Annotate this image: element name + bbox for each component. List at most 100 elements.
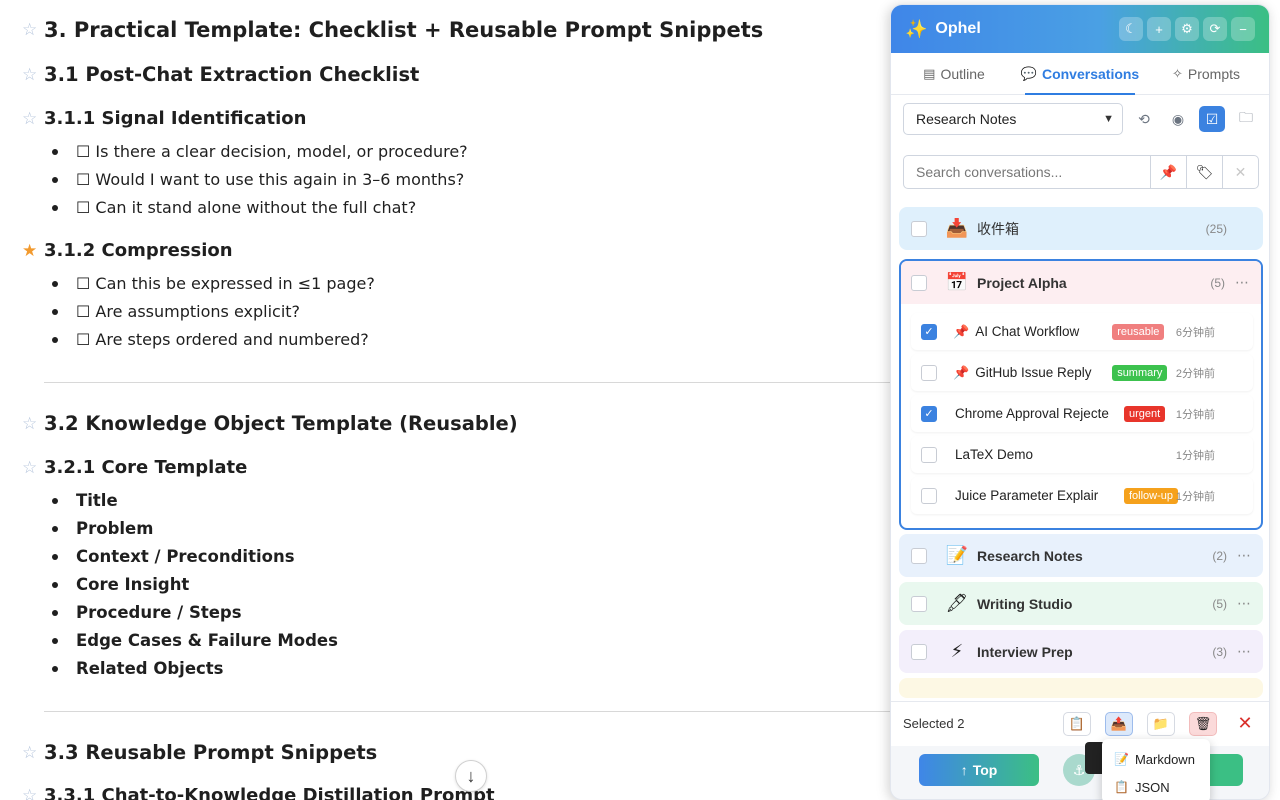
tab-conversations[interactable]: 💬 Conversations	[1017, 53, 1143, 95]
gear-icon[interactable]: ⚙	[1175, 17, 1199, 41]
checkbox[interactable]	[921, 364, 937, 381]
list-item: Related Objects	[52, 659, 224, 678]
star-icon[interactable]: ☆	[22, 786, 44, 800]
bullet	[52, 148, 58, 155]
wand-icon: ✧	[1171, 65, 1183, 81]
conversation-tag: summary	[1112, 364, 1168, 381]
heading-text: 3.1 Post-Chat Extraction Checklist	[44, 63, 420, 86]
calendar-icon: 📅	[945, 272, 969, 292]
star-icon[interactable]: ☆	[22, 743, 44, 763]
tag-filter-icon[interactable]: 🏷	[1187, 155, 1223, 189]
sync-icon[interactable]: ⟲	[1131, 106, 1157, 132]
trash-icon[interactable]: 🗑	[1189, 711, 1217, 736]
conversation-item[interactable]: Juice Parameter Explair follow-up 1分钟前	[911, 477, 1253, 514]
heading-section-3-2-1: ☆ 3.2.1 Core Template	[22, 457, 247, 478]
conversation-item[interactable]: LaTeX Demo 1分钟前	[911, 436, 1253, 473]
scroll-top-button[interactable]: ↑ Top	[919, 754, 1039, 786]
star-icon[interactable]: ☆	[22, 414, 44, 434]
checkbox[interactable]	[921, 487, 937, 504]
panel-header: ✨ Ophel ☾ + ⚙ ⟳ −	[891, 5, 1269, 53]
scroll-down-button[interactable]: ↓	[455, 760, 487, 792]
bullet	[52, 581, 58, 588]
close-selection-icon[interactable]: ✕	[1231, 712, 1259, 736]
folder-inbox[interactable]: 📥 收件箱 (25)	[899, 207, 1263, 250]
multi-select-icon[interactable]: ☑	[1199, 106, 1225, 132]
search-input[interactable]: Search conversations...	[903, 155, 1151, 189]
list-item: Title	[52, 491, 118, 510]
folder-partial[interactable]	[899, 678, 1263, 698]
menu-item-label: Markdown	[1134, 751, 1195, 767]
bullet	[52, 308, 58, 315]
star-icon[interactable]: ☆	[22, 109, 44, 129]
tab-outline[interactable]: ▤ Outline	[891, 53, 1017, 94]
folder-add-icon[interactable]: 🗀	[1233, 106, 1259, 132]
folder-toolbar: Research Notes ▼ ⟲ ◉ ☑ 🗀	[903, 103, 1259, 135]
heading-text: 3.2 Knowledge Object Template (Reusable)	[44, 412, 518, 435]
bullet	[52, 637, 58, 644]
export-menu: 📝 Markdown 📋 JSON	[1102, 739, 1210, 800]
export-markdown-item[interactable]: 📝 Markdown	[1102, 745, 1210, 773]
star-filled-icon[interactable]: ★	[22, 241, 44, 261]
conversation-title: Chrome Approval Rejecte	[955, 406, 1109, 421]
list-item-text: Title	[76, 491, 118, 510]
selection-bar: Selected 2 📋 📤 📁 🗑 ✕	[891, 701, 1269, 745]
chevron-down-icon: ▼	[1103, 113, 1114, 125]
bullet	[52, 665, 58, 672]
more-icon[interactable]: ⋯	[1235, 274, 1249, 291]
heading-section-3-3: ☆ 3.3 Reusable Prompt Snippets	[22, 741, 377, 764]
bullet	[52, 525, 58, 532]
conversation-time: 6分钟前	[1175, 326, 1215, 339]
star-icon[interactable]: ☆	[22, 458, 44, 478]
move-folder-icon[interactable]: 📁	[1147, 711, 1175, 736]
folder-writing-studio[interactable]: 🖋 Writing Studio (5) ⋯	[899, 582, 1263, 625]
moon-icon[interactable]: ☾	[1119, 17, 1143, 41]
minimize-icon[interactable]: −	[1231, 17, 1255, 41]
checkbox[interactable]	[911, 643, 927, 660]
checkbox-checked[interactable]: ✓	[921, 405, 937, 422]
panel-title: Ophel	[935, 20, 981, 37]
conversation-time: 1分钟前	[1175, 449, 1215, 462]
document-content: ☆ 3. Practical Template: Checklist + Reu…	[0, 0, 890, 800]
star-icon[interactable]: ☆	[22, 20, 44, 40]
bottom-bar: ↑ Top ⚓	[891, 746, 1269, 799]
star-icon[interactable]: ☆	[22, 65, 44, 85]
more-icon[interactable]: ⋯	[1237, 643, 1251, 660]
conversation-tag: urgent	[1124, 405, 1166, 422]
export-icon[interactable]: 📤	[1105, 711, 1133, 736]
conversation-item[interactable]: ✓ 📌 AI Chat Workflow reusable 6分钟前	[911, 313, 1253, 350]
list-item: Procedure / Steps	[52, 603, 242, 622]
pin-filter-icon[interactable]: 📌	[1151, 155, 1187, 189]
list-item-text: ☐ Can it stand alone without the full ch…	[76, 198, 417, 217]
clear-search-icon[interactable]: ✕	[1223, 155, 1259, 189]
arrow-down-icon: ↓	[466, 765, 476, 786]
checkbox-checked[interactable]: ✓	[921, 323, 937, 340]
folder-research-notes[interactable]: 📝 Research Notes (2) ⋯	[899, 534, 1263, 577]
export-json-item[interactable]: 📋 JSON	[1102, 773, 1210, 800]
checkbox[interactable]	[921, 446, 937, 463]
folder-interview-prep[interactable]: ⚡ Interview Prep (3) ⋯	[899, 630, 1263, 673]
refresh-icon[interactable]: ⟳	[1203, 17, 1227, 41]
plus-icon[interactable]: +	[1147, 17, 1171, 41]
conversation-item[interactable]: ✓ Chrome Approval Rejecte urgent 1分钟前	[911, 395, 1253, 432]
folder-select-value: Research Notes	[916, 111, 1017, 127]
selection-count: Selected 2	[903, 716, 965, 731]
checkbox[interactable]	[911, 274, 927, 291]
list-item-text: Problem	[76, 519, 154, 538]
bullet	[52, 204, 58, 211]
menu-item-label: JSON	[1134, 779, 1170, 795]
heading-section-3-1-2: ★ 3.1.2 Compression	[22, 240, 233, 261]
conversation-title: Juice Parameter Explair	[955, 488, 1099, 503]
tab-prompts[interactable]: ✧ Prompts	[1143, 53, 1269, 94]
more-icon[interactable]: ⋯	[1237, 547, 1251, 564]
checkbox[interactable]	[911, 220, 927, 237]
checkbox[interactable]	[911, 547, 927, 564]
conversation-item[interactable]: 📌 GitHub Issue Reply summary 2分钟前	[911, 354, 1253, 391]
locate-icon[interactable]: ◉	[1165, 106, 1191, 132]
more-icon[interactable]: ⋯	[1237, 595, 1251, 612]
folder-header[interactable]: 📅 Project Alpha (5) ⋯	[901, 261, 1261, 304]
conversation-tag: reusable	[1112, 323, 1165, 340]
folder-select[interactable]: Research Notes ▼	[903, 103, 1123, 135]
heading-text: 3.3.1 Chat-to-Knowledge Distillation Pro…	[44, 785, 495, 800]
clipboard-icon[interactable]: 📋	[1063, 711, 1091, 736]
checkbox[interactable]	[911, 595, 927, 612]
